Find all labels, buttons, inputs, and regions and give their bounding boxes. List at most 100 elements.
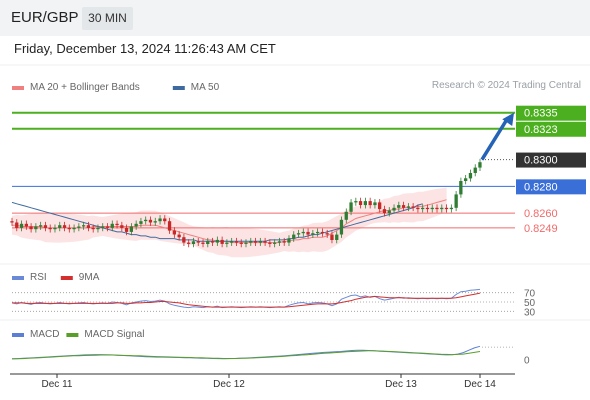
candle-body [62, 225, 67, 228]
candle-body [325, 233, 329, 235]
candle-body [105, 226, 110, 228]
candle-body [339, 219, 344, 235]
candle-body [129, 226, 133, 232]
candle-body [249, 241, 253, 243]
candle-body [82, 225, 86, 227]
candle-body [306, 231, 310, 235]
macd-zero-label: 0 [524, 356, 530, 367]
candle-body [244, 242, 248, 244]
candle-body [177, 234, 181, 238]
candle-body [311, 233, 315, 235]
candle-body [378, 202, 382, 210]
candle-body [392, 207, 396, 211]
candle-body [72, 227, 76, 230]
price-panel: 0.8335 0.8323 0.8300 0.8280 0.8260 0.8249 [10, 105, 586, 258]
candle-body [58, 225, 62, 228]
legend-label: MA 20 + Bollinger Bands [30, 82, 140, 93]
candle-body [43, 225, 48, 228]
candle-body [172, 230, 176, 235]
candle-body [478, 162, 482, 168]
candle-body [19, 223, 24, 228]
level-label: 0.8300 [524, 155, 558, 167]
candle-body [301, 231, 305, 234]
legend-swatch [12, 333, 24, 337]
candle-body [101, 226, 105, 228]
candle-body [416, 207, 420, 210]
rsi-panel: 705030 [11, 289, 536, 318]
candle-body [10, 221, 14, 223]
legend-swatch [66, 333, 79, 337]
legend-label: MACD Signal [84, 329, 144, 340]
legend-label: MACD [30, 329, 59, 340]
candle-body [421, 207, 425, 210]
candle-body [296, 233, 301, 235]
level-label: 0.8260 [524, 208, 558, 220]
level-label: 0.8323 [524, 124, 558, 136]
candle-body [86, 225, 90, 228]
legend-swatch [60, 276, 73, 280]
x-tick-label: Dec 11 [42, 379, 73, 390]
x-axis: Dec 11 Dec 12 Dec 13 Dec 14 [10, 373, 515, 390]
candle-body [454, 194, 458, 208]
candle-body [24, 223, 28, 227]
legend-swatch [12, 86, 24, 90]
candle-body [292, 234, 296, 239]
candle-body [411, 206, 415, 208]
candle-body [15, 222, 19, 228]
candle-body [29, 226, 33, 230]
candle-body [430, 207, 434, 210]
candle-body [120, 225, 124, 228]
macd-panel: 0 [11, 345, 530, 367]
legend-label: 9MA [79, 272, 100, 283]
candle-body [139, 221, 143, 224]
candle-body [201, 242, 205, 244]
legend-layer: MA 20 + Bollinger Bands MA 50 RSI 9MA MACD MA… [0, 64, 590, 340]
candle-body [349, 202, 353, 212]
level-label: 0.8249 [524, 223, 558, 235]
candle-body [368, 201, 372, 206]
candle-body [215, 239, 219, 243]
candle-body [148, 219, 153, 223]
rsi-ma-line [12, 292, 481, 308]
candle-body [196, 241, 200, 243]
candle-body [277, 241, 282, 243]
arrow-up-right-icon [480, 116, 510, 161]
candle-body [330, 234, 334, 240]
candle-body [335, 234, 339, 240]
candle-body [449, 207, 453, 210]
candle-body [96, 227, 100, 230]
legend-label: RSI [30, 272, 47, 283]
candle-body [234, 241, 239, 243]
candle-body [39, 225, 43, 227]
candle-body [253, 241, 258, 243]
candle-body [158, 218, 162, 222]
candle-body [387, 210, 391, 214]
candle-body [115, 223, 119, 226]
candle-body [344, 211, 348, 220]
candle-body [230, 241, 234, 243]
candle-body [67, 227, 71, 230]
chart-svg: MA 20 + Bollinger Bands MA 50 RSI 9MA MACD MA… [0, 64, 590, 390]
candle-body [239, 242, 243, 244]
legend-swatch [12, 276, 24, 280]
candle-body [440, 207, 444, 210]
candle-body [473, 167, 477, 173]
candle-body [48, 227, 52, 230]
level-label: 0.8335 [524, 108, 558, 120]
candle-body [187, 242, 191, 244]
candle-body [468, 173, 473, 179]
candle-body [435, 207, 439, 210]
candle-body [110, 223, 114, 228]
candle-body [464, 178, 468, 181]
candle-body [425, 207, 430, 210]
candle-body [444, 207, 449, 210]
candle-body [316, 231, 320, 234]
candle-body [459, 181, 463, 195]
x-tick-label: Dec 12 [213, 379, 245, 390]
candle-body [268, 242, 272, 244]
candle-body [77, 226, 81, 228]
candle-body [320, 231, 324, 234]
x-tick-label: Dec 13 [385, 379, 417, 390]
rsi-level-label: 30 [524, 307, 536, 318]
candle-body [263, 241, 267, 243]
